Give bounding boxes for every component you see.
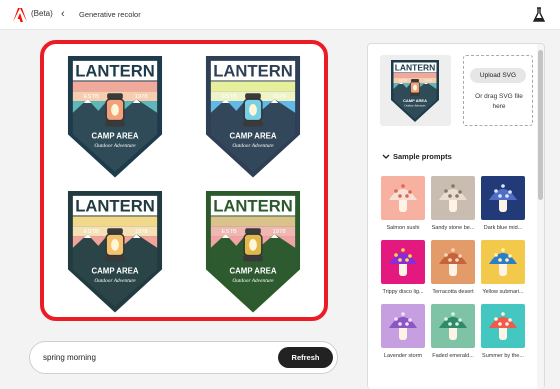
sample-prompt-label[interactable]: Trippy disco lig... [380,289,426,295]
badge-year: 1978 [425,79,432,83]
mushroom-icon [489,312,517,340]
refresh-button[interactable]: Refresh [278,347,333,368]
sample-prompt-tile[interactable] [431,176,475,220]
mushroom-icon [389,184,417,212]
mushroom-icon [439,312,467,340]
sample-prompt-tile[interactable] [481,240,525,284]
sample-prompt-tile[interactable] [381,176,425,220]
badge-title: LANTERN [75,62,155,81]
mushroom-icon [489,248,517,276]
panel-scrollbar[interactable] [537,44,544,389]
badge-camp: CAMP AREA [230,266,277,275]
badge-estb: ESTB [84,94,99,100]
variations-grid: LANTERNESTB 1978CAMP AREAOutdoor Adventur… [67,55,301,313]
upload-dropzone[interactable]: Upload SVG Or drag SVG file here [463,55,533,126]
badge-estb: ESTB [399,79,407,83]
badge-camp: CAMP AREA [92,131,139,140]
sample-prompt-label[interactable]: Salmon sushi [380,225,426,231]
labs-flask-icon[interactable] [532,7,546,23]
badge-title: LANTERN [395,63,436,73]
sample-prompt-label[interactable]: Dark blue mid... [480,225,526,231]
sample-prompt-label[interactable]: Lavender storm [380,353,426,359]
badge-camp: CAMP AREA [230,131,277,140]
badge-variant-3[interactable]: LANTERNESTB 1978CAMP AREAOutdoor Adventur… [67,190,163,313]
scrollbar-thumb[interactable] [538,50,543,200]
sample-prompt-label[interactable]: Sandy stone be... [430,225,476,231]
badge-title: LANTERN [75,197,155,216]
beta-label: (Beta) [31,9,53,18]
badge-subtitle: Outdoor Adventure [404,105,426,108]
variations-canvas: LANTERN ESTB 1978 CAMP AREA Outdoor Adventur… [40,40,328,321]
top-bar: (Beta) ‹ Generative recolor [0,0,560,30]
prompt-text[interactable]: spring morning [43,353,96,362]
badge-estb: ESTB [222,94,237,100]
badge-subtitle: Outdoor Adventure [94,278,136,284]
source-badge-image: LANTERN ESTB 1978 CAMP AREA Outdoor Adventur… [391,60,439,122]
mushroom-icon [389,248,417,276]
side-panel: LANTERN ESTB 1978 CAMP AREA Outdoor Adventur… [367,43,545,389]
sample-prompt-tile[interactable] [381,240,425,284]
mushroom-icon [439,248,467,276]
badge-variant-0[interactable]: LANTERN ESTB 1978 CAMP AREA Outdoor Adventur… [391,60,439,122]
sample-prompts-title: Sample prompts [393,152,452,161]
badge-title: LANTERN [213,197,293,216]
mushroom-icon [439,184,467,212]
mushroom-icon [489,184,517,212]
badge-subtitle: Outdoor Adventure [94,143,136,149]
badge-subtitle: Outdoor Adventure [232,143,274,149]
prompt-input[interactable]: spring morning Refresh [29,341,338,374]
sample-prompt-label[interactable]: Faded emerald... [430,353,476,359]
badge-variant-2[interactable]: LANTERNESTB 1978CAMP AREAOutdoor Adventur… [205,55,301,178]
badge-title: LANTERN [213,62,293,81]
upload-hint: Or drag SVG file here [475,93,523,110]
back-icon[interactable]: ‹ [61,6,65,22]
sample-prompt-tile[interactable] [381,304,425,348]
badge-camp: CAMP AREA [92,266,139,275]
sample-prompt-label[interactable]: Summer by the... [480,353,526,359]
chevron-down-icon[interactable] [382,152,390,161]
sample-prompt-tile[interactable] [431,240,475,284]
badge-variant-4[interactable]: LANTERNESTB 1978CAMP AREAOutdoor Adventur… [205,190,301,313]
sample-prompt-tile[interactable] [481,304,525,348]
badge-estb: ESTB [84,229,99,235]
adobe-logo-icon[interactable] [12,7,28,23]
sample-prompt-label[interactable]: Yellow submari... [480,289,526,295]
sample-prompt-label[interactable]: Terracotta desert [430,289,476,295]
mushroom-icon [389,312,417,340]
upload-svg-button[interactable]: Upload SVG [470,68,526,83]
sample-prompt-tile[interactable] [481,176,525,220]
badge-subtitle: Outdoor Adventure [232,278,274,284]
badge-estb: ESTB [222,229,237,235]
sample-prompt-tile[interactable] [431,304,475,348]
source-artwork-thumbnail[interactable]: LANTERN ESTB 1978 CAMP AREA Outdoor Adventur… [380,55,451,126]
badge-camp: CAMP AREA [403,98,427,103]
badge-variant-1[interactable]: LANTERNESTB 1978CAMP AREAOutdoor Adventur… [67,55,163,178]
breadcrumb-title: Generative recolor [79,10,141,19]
